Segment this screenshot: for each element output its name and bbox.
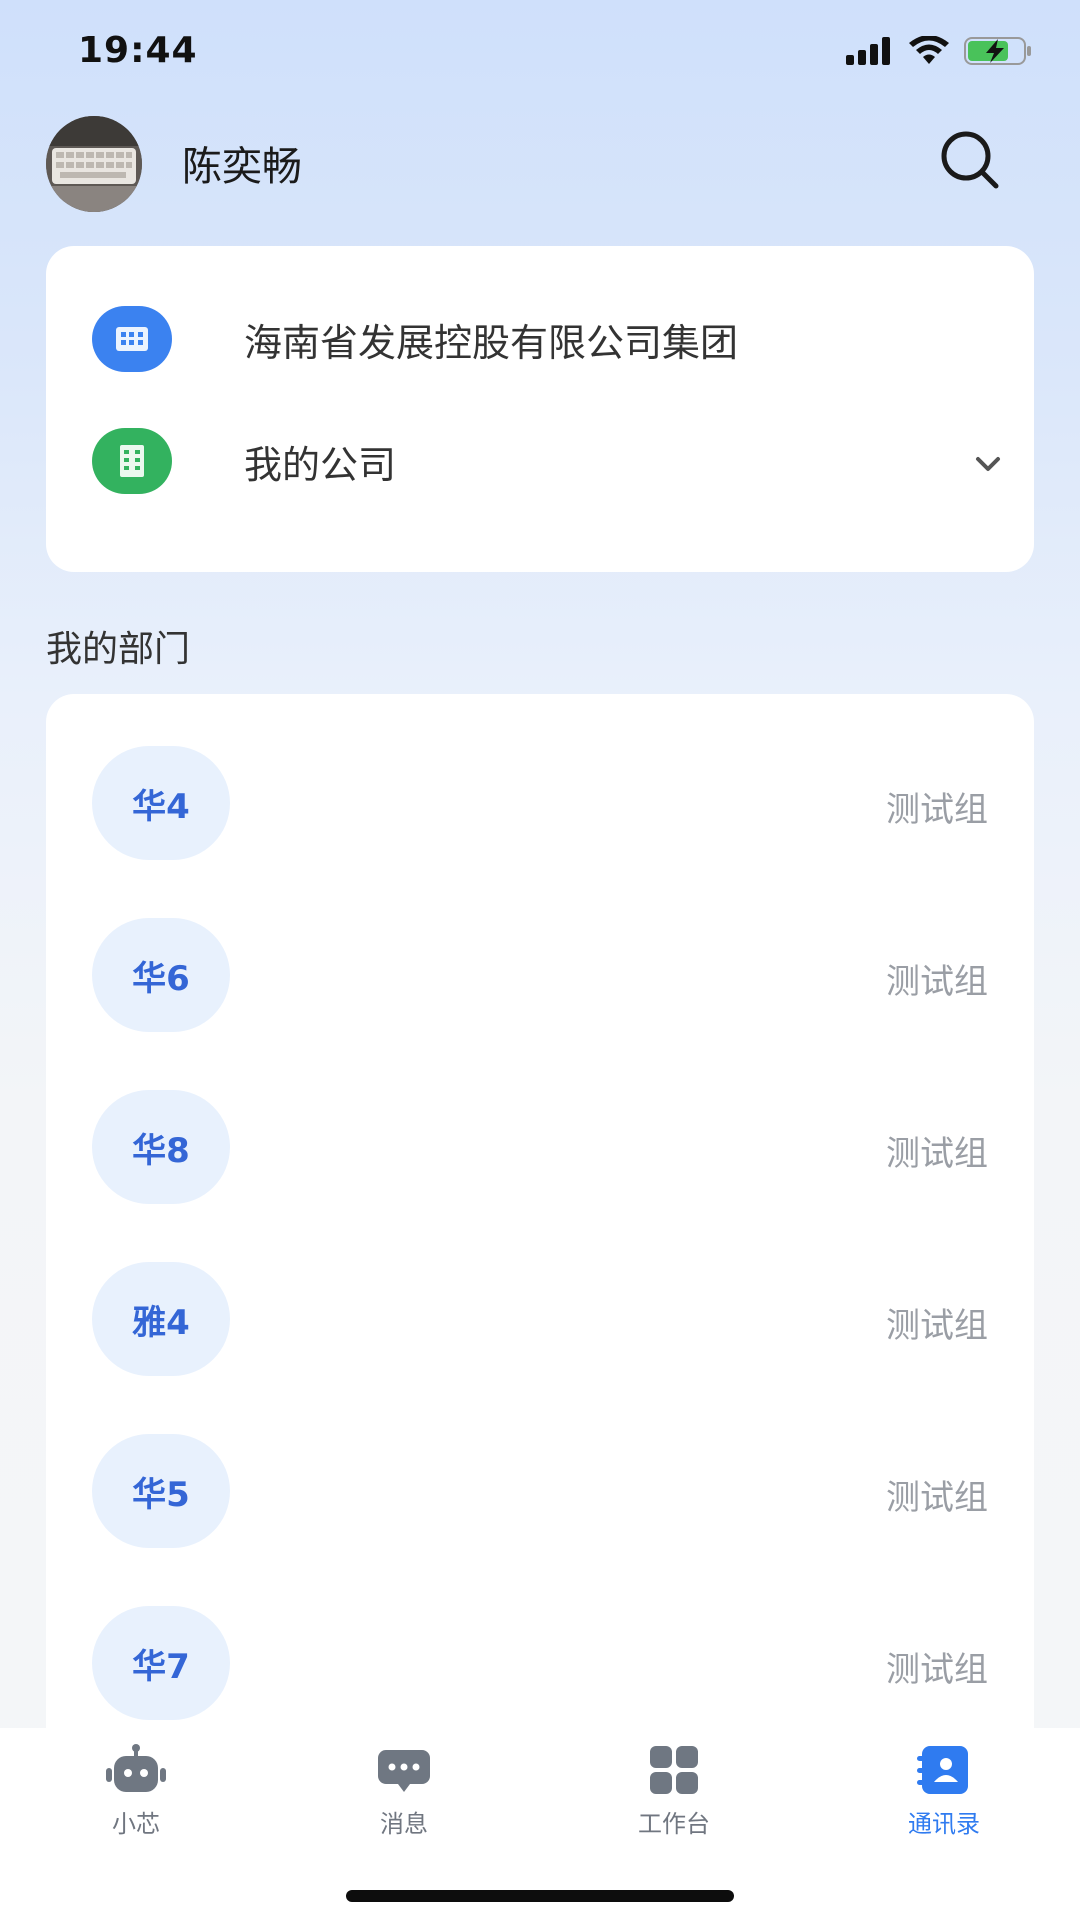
office-building-icon: [92, 428, 172, 494]
tab-xiaoxin[interactable]: 小芯: [36, 1744, 236, 1864]
grid-icon: [650, 1746, 698, 1794]
organization-card: 海南省发展控股有限公司集团 我的公司: [46, 246, 1034, 572]
section-title-my-departments: 我的部门: [46, 629, 191, 670]
wifi-icon: [909, 36, 949, 64]
organization-name: 海南省发展控股有限公司集团: [244, 321, 739, 365]
tab-workbench[interactable]: 工作台: [574, 1744, 774, 1864]
organization-name: 我的公司: [244, 443, 397, 487]
user-name: 陈奕畅: [182, 144, 302, 190]
tab-label: 通讯录: [908, 1810, 980, 1838]
department-group-label: 测试组: [886, 1478, 988, 1518]
home-indicator: [346, 1890, 734, 1902]
cellular-signal-icon: [846, 37, 890, 65]
contacts-icon: [917, 1746, 968, 1794]
battery-charging-icon: [964, 37, 1031, 65]
department-list: 华4 测试组 华6 测试组 华8 测试组 雅4 测试组 华5 测试组 华7 测试…: [46, 694, 1034, 1774]
status-icons: [846, 36, 1034, 66]
chevron-down-icon: [976, 457, 1000, 471]
department-avatar: 华4: [92, 746, 230, 860]
department-row[interactable]: 华5 测试组: [46, 1434, 1034, 1606]
header: 陈奕畅: [0, 104, 1080, 254]
tab-label: 工作台: [638, 1810, 710, 1838]
department-row[interactable]: 华4 测试组: [46, 746, 1034, 918]
status-bar: 19:44: [0, 0, 1080, 104]
organization-row-my-company[interactable]: 我的公司: [92, 428, 1000, 512]
tab-messages[interactable]: 消息: [304, 1744, 504, 1864]
department-group-label: 测试组: [886, 1306, 988, 1346]
avatar[interactable]: [46, 116, 142, 212]
organization-row-group[interactable]: 海南省发展控股有限公司集团: [92, 306, 992, 390]
department-row[interactable]: 华6 测试组: [46, 918, 1034, 1090]
search-icon: [941, 131, 999, 189]
chat-bubble-icon: [378, 1750, 430, 1792]
department-group-label: 测试组: [886, 790, 988, 830]
department-group-label: 测试组: [886, 1134, 988, 1174]
department-avatar: 华5: [92, 1434, 230, 1548]
department-avatar: 华8: [92, 1090, 230, 1204]
status-time: 19:44: [78, 30, 198, 71]
department-group-label: 测试组: [886, 1650, 988, 1690]
tab-label: 小芯: [112, 1810, 160, 1838]
search-button[interactable]: [938, 128, 1002, 192]
department-avatar: 华6: [92, 918, 230, 1032]
expand-button[interactable]: [968, 444, 1008, 484]
department-avatar: 雅4: [92, 1262, 230, 1376]
tab-label: 消息: [380, 1810, 428, 1838]
avatar-photo: [46, 116, 142, 212]
department-group-label: 测试组: [886, 962, 988, 1002]
department-row[interactable]: 雅4 测试组: [46, 1262, 1034, 1434]
building-icon: [92, 306, 172, 372]
department-row[interactable]: 华8 测试组: [46, 1090, 1034, 1262]
department-avatar: 华7: [92, 1606, 230, 1720]
robot-icon: [106, 1744, 166, 1792]
tab-contacts[interactable]: 通讯录: [844, 1744, 1044, 1864]
